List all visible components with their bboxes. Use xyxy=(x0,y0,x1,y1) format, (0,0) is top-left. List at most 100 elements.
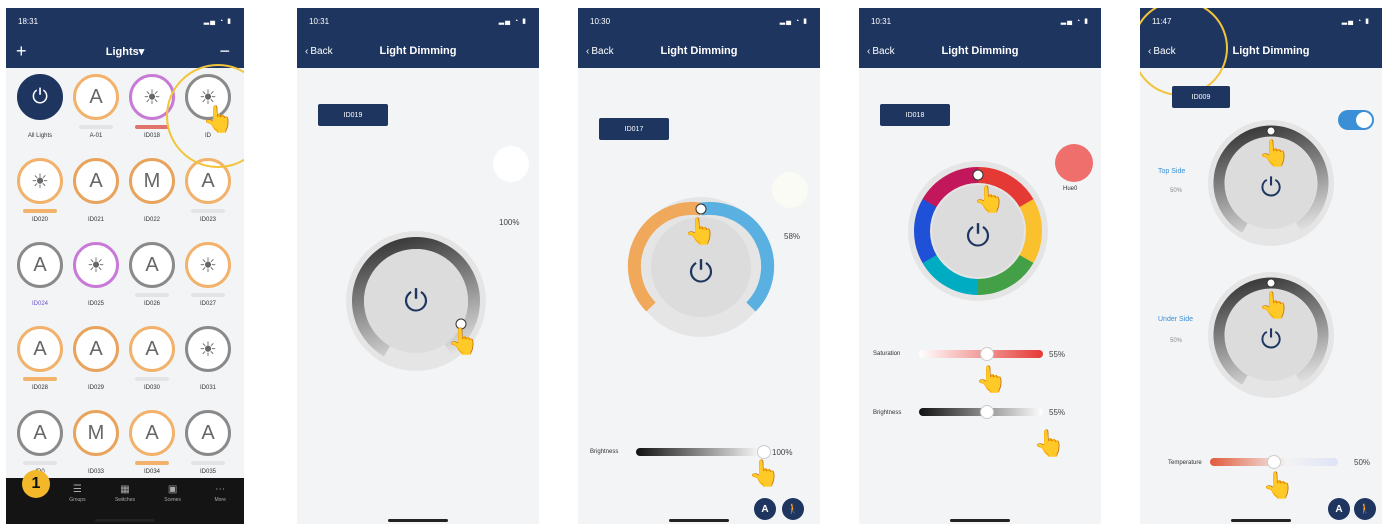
auto-mode-button[interactable]: A xyxy=(1328,498,1350,520)
auto-mode-button[interactable]: A xyxy=(754,498,776,520)
bulb-icon[interactable]: ☀ xyxy=(73,242,119,288)
power-toggle[interactable] xyxy=(1338,110,1374,130)
motion-sensor-icon[interactable]: 🚶 xyxy=(1354,498,1376,520)
signal-icons: ▂▄ ◔ ▮ xyxy=(203,18,232,25)
light-tile[interactable]: A ID026 xyxy=(124,242,180,322)
back-label: Back xyxy=(310,45,333,57)
back-button[interactable]: ‹ Back xyxy=(586,46,614,57)
status-time: 18:31 xyxy=(18,16,39,26)
light-tile[interactable]: A ID028 xyxy=(12,326,68,406)
light-tile[interactable]: A ID030 xyxy=(124,326,180,406)
nav-bar: ‹ Back Light Dimming xyxy=(297,34,539,68)
bulb-icon[interactable]: M xyxy=(73,410,119,456)
light-tile[interactable]: ☀ ID020 xyxy=(12,158,68,238)
nav-bar: ‹ Back Light Dimming xyxy=(859,34,1101,68)
color-wheel[interactable]: ⏻ xyxy=(903,156,1053,306)
screen-dimming-id019: 10:31 ▂▄ ◔ ▮ ‹ Back Light Dimming ID019 … xyxy=(297,8,539,524)
signal-icons: ▂▄ ◔ ▮ xyxy=(1060,18,1089,25)
brightness-bar xyxy=(23,377,57,381)
brightness-percent: 100% xyxy=(499,218,520,227)
brightness-bar xyxy=(135,461,169,465)
light-label: ID031 xyxy=(199,385,216,391)
temperature-label: Temperature xyxy=(1168,460,1202,466)
tap-hand-icon: 👆 xyxy=(1033,428,1066,458)
nav-bar: ‹ Back Light Dimming xyxy=(578,34,820,68)
light-tile[interactable]: M ID022 xyxy=(124,158,180,238)
svg-text:⏻: ⏻ xyxy=(404,284,428,319)
under-side-value: 50% xyxy=(1170,338,1183,344)
light-label: ID021 xyxy=(87,217,104,223)
bulb-icon[interactable]: A xyxy=(17,410,63,456)
light-label: ID020 xyxy=(31,217,48,223)
status-bar: 18:31 ▂▄ ◔ ▮ xyxy=(6,8,244,34)
bulb-icon[interactable]: A xyxy=(129,410,175,456)
bulb-icon[interactable]: ☀ xyxy=(185,242,231,288)
brightness-bar xyxy=(135,377,169,381)
color-swatch xyxy=(772,172,808,208)
saturation-label: Saturation xyxy=(873,351,901,357)
brightness-bar xyxy=(191,461,225,465)
bulb-icon[interactable]: A xyxy=(17,326,63,372)
bulb-icon[interactable]: M xyxy=(129,158,175,204)
light-id-badge: ID019 xyxy=(318,104,388,126)
tab-item[interactable]: ⋯ More xyxy=(200,484,240,503)
bulb-icon[interactable]: A xyxy=(73,74,119,120)
brightness-bar xyxy=(23,461,57,465)
light-tile[interactable]: A ID029 xyxy=(68,326,124,406)
signal-icons: ▂▄ ◔ ▮ xyxy=(779,18,808,25)
top-side-dial[interactable]: ⏻ xyxy=(1204,116,1338,250)
lights-dropdown[interactable]: Lights▾ xyxy=(6,45,244,58)
under-side-dial[interactable]: ⏻ xyxy=(1204,268,1338,402)
tap-hand-icon: 👆 xyxy=(1258,138,1291,168)
tab-label: Groups xyxy=(69,497,86,503)
light-label: ID035 xyxy=(199,469,216,475)
light-tile[interactable]: ⏻ All Lights xyxy=(12,74,68,154)
top-side-label: Top Side xyxy=(1158,168,1186,175)
light-tile[interactable]: A A-01 xyxy=(68,74,124,154)
brightness-bar xyxy=(79,125,113,129)
home-indicator xyxy=(95,519,155,522)
tab-item[interactable]: ▣ Scenes xyxy=(153,484,193,503)
light-tile[interactable]: A ID023 xyxy=(180,158,236,238)
brightness-slider[interactable] xyxy=(636,448,764,456)
brightness-bar xyxy=(191,293,225,297)
remove-button[interactable]: − xyxy=(219,41,230,62)
bulb-icon[interactable]: ☀ xyxy=(185,326,231,372)
light-tile[interactable]: ☀ ID031 xyxy=(180,326,236,406)
highlight-circle xyxy=(1140,8,1228,96)
brightness-knob[interactable] xyxy=(757,445,771,459)
tab-item[interactable]: ☰ Groups xyxy=(57,484,97,503)
temperature-knob[interactable] xyxy=(1267,455,1281,469)
motion-sensor-icon[interactable]: 🚶 xyxy=(782,498,804,520)
tap-hand-icon: 👆 xyxy=(973,184,1006,214)
bulb-icon[interactable]: ☀ xyxy=(17,158,63,204)
bulb-icon[interactable]: A xyxy=(129,242,175,288)
color-temperature-dial[interactable]: ⏻ xyxy=(626,192,776,342)
tap-hand-icon: 👆 xyxy=(447,326,480,356)
brightness-bar xyxy=(79,209,113,213)
bulb-icon[interactable]: A xyxy=(17,242,63,288)
light-tile[interactable]: ☀ ID025 xyxy=(68,242,124,322)
light-tile[interactable]: A ID021 xyxy=(68,158,124,238)
color-temp-percent: 58% xyxy=(784,232,801,241)
bulb-icon[interactable]: A xyxy=(129,326,175,372)
tab-icon: ⋯ xyxy=(215,484,226,495)
brightness-bar xyxy=(79,461,113,465)
bulb-icon[interactable]: A xyxy=(73,326,119,372)
status-time: 10:30 xyxy=(590,16,611,26)
bulb-icon[interactable]: A xyxy=(73,158,119,204)
back-button[interactable]: ‹ Back xyxy=(305,46,333,57)
saturation-knob[interactable] xyxy=(980,347,995,361)
light-id-badge: ID018 xyxy=(880,104,950,126)
under-side-label: Under Side xyxy=(1158,316,1194,323)
light-tile[interactable]: ☀ ID027 xyxy=(180,242,236,322)
light-label: ID029 xyxy=(87,385,104,391)
tab-label: Scenes xyxy=(164,497,181,503)
power-icon[interactable]: ⏻ xyxy=(17,74,63,120)
bulb-icon[interactable]: A xyxy=(185,410,231,456)
back-button[interactable]: ‹ Back xyxy=(867,46,895,57)
page-title: Light Dimming xyxy=(379,45,457,57)
brightness-knob[interactable] xyxy=(980,405,995,419)
tab-item[interactable]: ▦ Switches xyxy=(105,484,145,503)
light-tile[interactable]: A ID024 xyxy=(12,242,68,322)
